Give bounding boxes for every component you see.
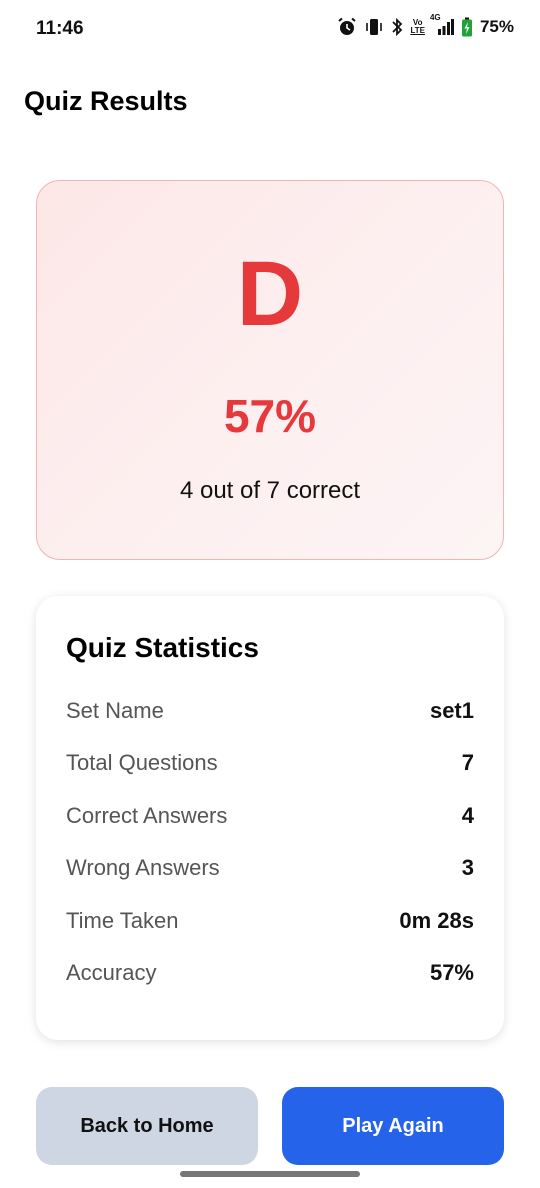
stats-title: Quiz Statistics bbox=[66, 632, 259, 663]
stat-label: Wrong Answers bbox=[66, 855, 220, 880]
play-again-button[interactable]: Play Again bbox=[282, 1087, 504, 1165]
result-card: D 57% 4 out of 7 correct bbox=[36, 180, 504, 560]
battery-percent: 75% bbox=[479, 17, 514, 36]
signal-label: 4G bbox=[429, 13, 441, 22]
status-icons: Vo LTE 4G 75% bbox=[337, 13, 514, 37]
stat-row-set-name: Set Name set1 bbox=[66, 698, 474, 724]
stat-label: Accuracy bbox=[66, 960, 157, 985]
vibrate-icon bbox=[364, 17, 384, 37]
status-bar: 11:46 Vo LTE 4G 75% bbox=[0, 0, 540, 60]
battery-icon bbox=[461, 17, 473, 37]
home-indicator[interactable] bbox=[180, 1171, 360, 1177]
status-time: 11:46 bbox=[36, 18, 84, 39]
stat-value: set1 bbox=[429, 698, 474, 723]
grade-letter: D bbox=[236, 243, 304, 345]
stat-value: 57% bbox=[429, 960, 474, 985]
volte-bottom: LTE bbox=[410, 26, 425, 35]
stat-value: 0m 28s bbox=[399, 908, 474, 933]
stat-label: Correct Answers bbox=[66, 803, 228, 828]
volte-icon: Vo LTE bbox=[410, 19, 425, 35]
stat-row-wrong-answers: Wrong Answers 3 bbox=[66, 855, 474, 881]
stat-label: Set Name bbox=[66, 698, 164, 723]
stat-row-time-taken: Time Taken 0m 28s bbox=[66, 908, 474, 934]
score-summary: 4 out of 7 correct bbox=[179, 477, 361, 504]
stat-row-accuracy: Accuracy 57% bbox=[66, 960, 474, 986]
score-percent: 57% bbox=[223, 390, 317, 442]
alarm-icon bbox=[337, 17, 357, 37]
signal-icon: 4G bbox=[429, 13, 454, 37]
stat-label: Total Questions bbox=[66, 750, 218, 775]
stat-value: 3 bbox=[461, 855, 474, 880]
back-to-home-button[interactable]: Back to Home bbox=[36, 1087, 258, 1165]
stat-row-total-questions: Total Questions 7 bbox=[66, 750, 474, 776]
page-title: Quiz Results bbox=[24, 86, 188, 116]
stat-label: Time Taken bbox=[66, 908, 179, 933]
stat-value: 4 bbox=[461, 803, 474, 828]
stat-value: 7 bbox=[461, 750, 474, 775]
bluetooth-icon bbox=[391, 17, 403, 37]
stat-row-correct-answers: Correct Answers 4 bbox=[66, 803, 474, 829]
stats-card: Quiz Statistics Set Name set1 Total Ques… bbox=[36, 596, 504, 1040]
